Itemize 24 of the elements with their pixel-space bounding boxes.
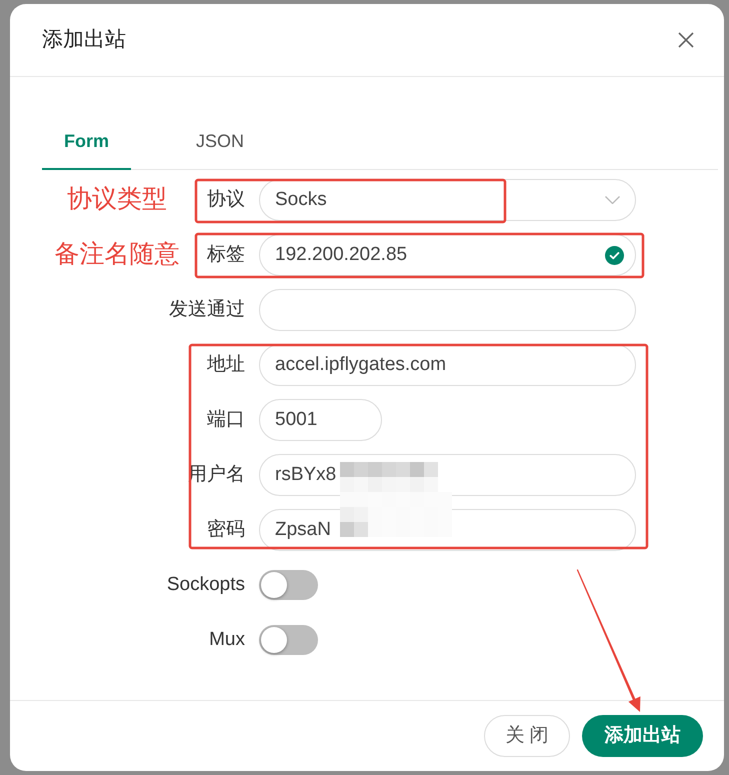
close-button[interactable]: 关 闭 xyxy=(484,715,570,757)
toggle-switch[interactable] xyxy=(259,625,318,655)
submit-button[interactable]: 添加出站 xyxy=(582,715,703,757)
annotation-note: 协议类型 xyxy=(66,184,168,216)
text-field[interactable]: 5001 xyxy=(259,399,382,441)
dialog-title: 添加出站 xyxy=(42,27,126,54)
field-label: 密码 xyxy=(207,518,245,542)
chevron-down-icon xyxy=(605,196,620,204)
close-icon[interactable] xyxy=(678,32,694,48)
tab[interactable]: JSON xyxy=(174,118,266,170)
text-field[interactable] xyxy=(259,289,636,331)
text-field[interactable]: 192.200.202.85 xyxy=(259,234,636,276)
field-label: 标签 xyxy=(207,242,245,267)
field-label: 协议 xyxy=(207,188,245,212)
field-label: 发送通过 xyxy=(169,298,245,322)
select-field[interactable]: Socks xyxy=(259,179,636,221)
field-label: 端口 xyxy=(207,408,245,432)
toggle-switch[interactable] xyxy=(259,570,318,600)
field-label: Sockopts xyxy=(166,572,245,597)
field-label: 地址 xyxy=(207,352,245,377)
text-field[interactable]: accel.ipflygates.com xyxy=(259,344,636,386)
field-label: Mux xyxy=(209,628,245,652)
tab[interactable]: Form xyxy=(42,118,131,170)
annotation-note: 备注名随意 xyxy=(54,239,180,270)
